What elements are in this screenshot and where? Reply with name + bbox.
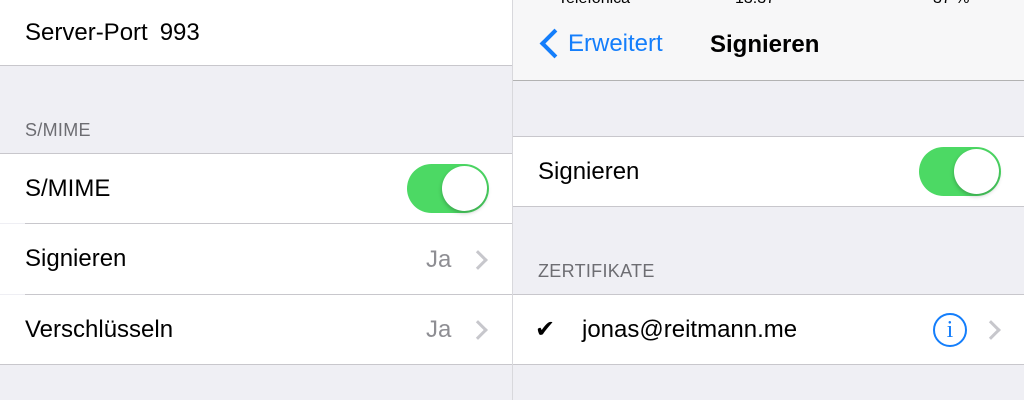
divider [0,364,512,365]
right-signing-pane: Telefónica 13:37 37 % Erweitert Signiere… [512,0,1024,400]
smime-toggle[interactable] [407,164,489,213]
sign-toggle-label: Signieren [538,157,640,185]
smime-section-header: S/MIME [25,120,91,140]
sign-label: Signieren [25,245,127,272]
encrypt-label: Verschlüsseln [25,315,174,343]
divider [513,364,1024,365]
server-port-row[interactable]: Server-Port 993 [0,0,512,65]
server-port-value: 993 [159,18,200,46]
status-time: 13:37 [735,0,775,8]
chevron-left-icon [539,28,570,59]
info-icon[interactable]: i [933,313,967,347]
back-button[interactable]: Erweitert [523,20,683,70]
left-settings-pane: Server-Port 993 S/MIME S/MIME Signieren … [0,0,512,400]
server-port-label: Server-Port [25,18,148,46]
certificate-email: jonas@reitmann.me [582,315,798,343]
toggle-knob [954,149,999,194]
certificates-section-header: ZERTIFIKATE [538,261,655,281]
toggle-knob [442,166,487,211]
divider [0,65,512,66]
checkmark-icon: ✔ [535,316,556,343]
back-label: Erweitert [568,30,663,57]
navigation-bar: Telefónica 13:37 37 % Erweitert Signiere… [513,0,1024,81]
smime-label: S/MIME [25,174,111,202]
sign-toggle[interactable] [919,147,1001,196]
status-battery: 37 % [933,0,969,8]
divider [513,206,1024,207]
nav-title: Signieren [710,31,820,58]
sign-value: Ja [426,246,452,273]
encrypt-value: Ja [426,316,452,343]
status-carrier: Telefónica [558,0,630,8]
